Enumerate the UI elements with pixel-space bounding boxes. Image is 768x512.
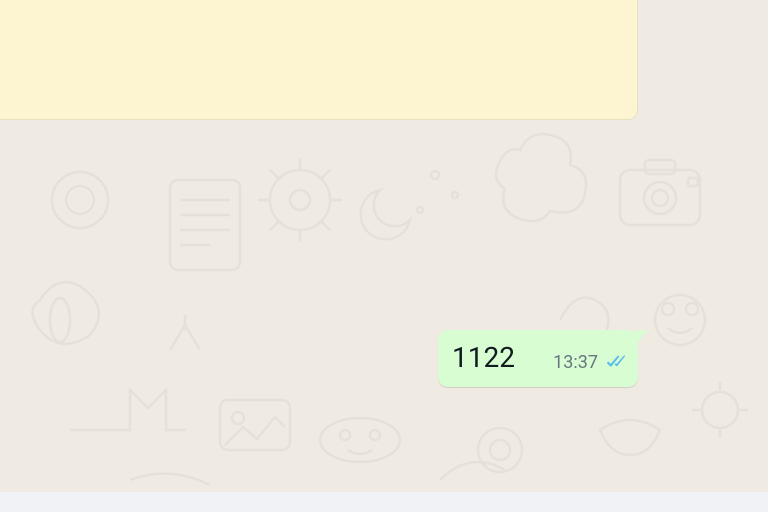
outgoing-message-bubble[interactable]: 1122 13:37 <box>438 330 638 387</box>
message-time: 13:37 <box>553 354 598 372</box>
message-text: 1122 <box>452 338 515 377</box>
read-receipt-double-check-icon <box>602 354 626 372</box>
message-meta: 13:37 <box>553 354 626 372</box>
message-input-bar[interactable] <box>0 492 768 512</box>
system-message-panel <box>0 0 638 120</box>
